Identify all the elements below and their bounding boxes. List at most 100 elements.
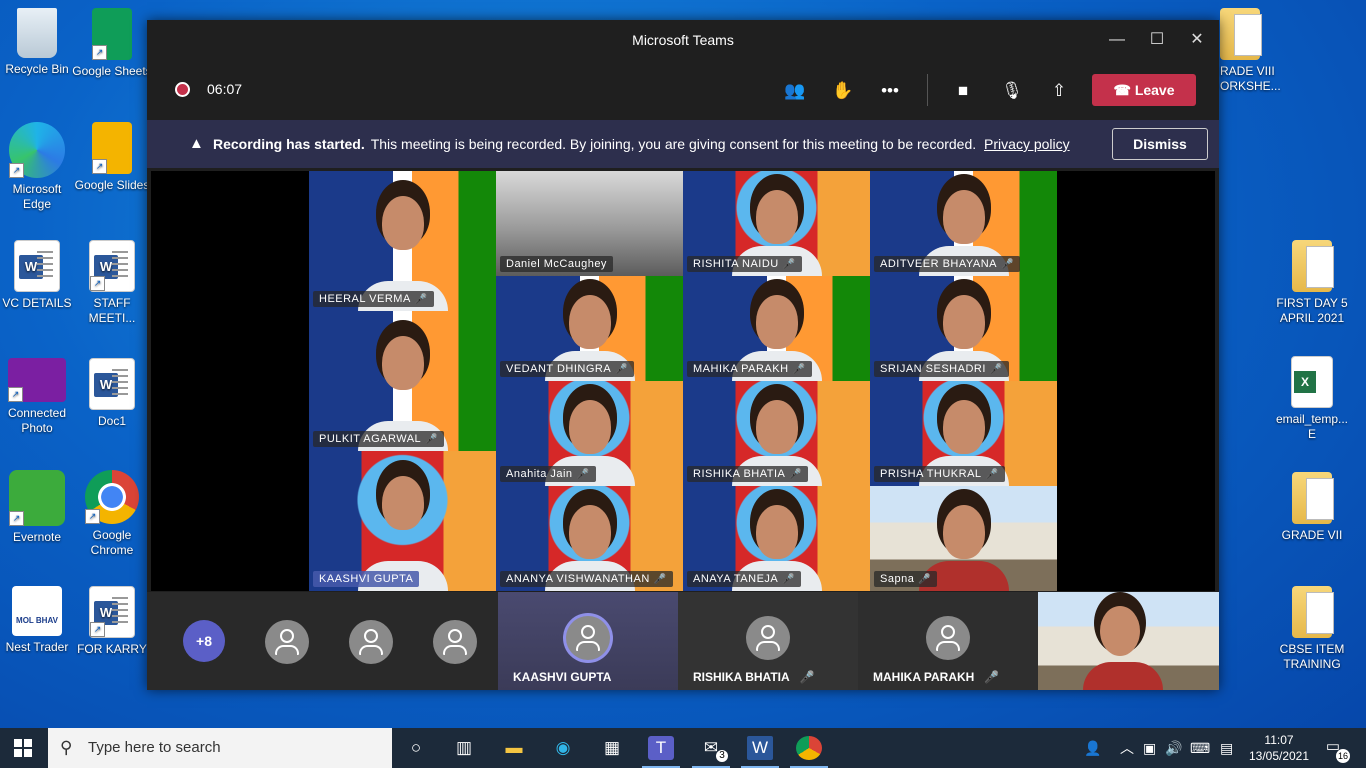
desktop-icon-nest-trader[interactable]: MOL BHAV Nest Trader [0, 586, 77, 655]
taskbar: ⚲ Type here to search ○ ▥ ▬ ◉ ▦ T ✉ 3 W 👤… [0, 728, 1366, 768]
dismiss-button[interactable]: Dismiss [1112, 128, 1208, 160]
desktop-icon-evernote[interactable]: ↗ Evernote [0, 470, 77, 545]
video-tile[interactable]: SRIJAN SESHADRI 🎤 [870, 276, 1057, 381]
video-tile[interactable]: PULKIT AGARWAL 🎤 [309, 311, 496, 451]
mic-muted-icon[interactable]: 🎙 [999, 78, 1025, 104]
video-tile[interactable]: PRISHA THUKRAL 🎤 [870, 381, 1057, 486]
word-document-icon: W ↗ [89, 240, 135, 292]
folder-icon [1292, 586, 1334, 638]
desktop-icon-edge[interactable]: ↗ Microsoft Edge [0, 122, 77, 212]
minimize-button[interactable]: — [1097, 20, 1137, 60]
video-tile[interactable]: VEDANT DHINGRA 🎤 [496, 276, 683, 381]
show-hidden-icons-chevron-icon[interactable]: ︿ [1120, 728, 1134, 768]
video-tile[interactable]: Anahita Jain 🎤 [496, 381, 683, 486]
participant-tile[interactable]: RISHIKA BHATIA 🎤 [678, 592, 858, 690]
desktop-icon-connected-photo[interactable]: ↗ Connected Photo [0, 358, 77, 436]
more-options-icon[interactable]: ••• [877, 78, 903, 104]
video-stage: HEERAL VERMA 🎤 Daniel McCaughey RISHITA N… [151, 171, 1215, 591]
warning-icon: ▲ [189, 135, 204, 152]
participant-tile-speaking[interactable]: KAASHVI GUPTA [498, 592, 678, 690]
banner-title: Recording has started. [213, 136, 365, 152]
video-tile[interactable]: Daniel McCaughey [496, 171, 683, 276]
taskbar-search-box[interactable]: ⚲ Type here to search [48, 728, 392, 768]
mic-off-icon: 🎤 [989, 364, 1003, 375]
network-icon[interactable]: ▤ [1220, 728, 1233, 768]
video-tile[interactable]: ANAYA TANEJA 🎤 [683, 486, 870, 591]
notification-center-icon[interactable]: ▭ 16 [1322, 737, 1350, 763]
folder-icon [1292, 472, 1334, 524]
mail-badge: 3 [716, 750, 728, 762]
avatar[interactable] [265, 620, 309, 664]
mail-icon[interactable]: ✉ 3 [692, 736, 730, 768]
desktop-icon-doc1[interactable]: W Doc1 [72, 358, 152, 429]
desktop-icon-google-slides[interactable]: ↗ Google Slides [72, 122, 152, 193]
participant-strip: +8 KAASHVI GUPTA RISHIKA BHATIA 🎤 MAHIKA … [147, 592, 1219, 690]
nest-trader-logo-icon: MOL BHAV [12, 586, 62, 636]
recording-banner: ▲ Recording has started. This meeting is … [147, 120, 1219, 168]
video-tile[interactable]: ADITVEER BHAYANA 🎤 [870, 171, 1057, 276]
meeting-timer: 06:07 [207, 81, 243, 97]
banner-message: This meeting is being recorded. By joini… [370, 136, 977, 152]
mic-off-icon: 🎤 [653, 574, 667, 585]
video-tile[interactable]: RISHIKA BHATIA 🎤 [683, 381, 870, 486]
file-explorer-icon[interactable]: ▬ [501, 736, 527, 760]
mic-off-icon: 🎤 [615, 364, 629, 375]
people-icon[interactable]: 👤 [1084, 728, 1101, 768]
google-slides-icon: ↗ [92, 122, 132, 174]
participant-tile[interactable]: MAHIKA PARAKH 🎤 [858, 592, 1038, 690]
avatar [566, 616, 610, 660]
raise-hand-icon[interactable]: ✋ [830, 78, 856, 104]
desktop-icon-cbse-item-training[interactable]: CBSE ITEM TRAINING [1272, 586, 1352, 672]
chrome-taskbar-icon[interactable] [790, 736, 828, 768]
desktop-icon-first-day[interactable]: FIRST DAY 5 APRIL 2021 [1272, 240, 1352, 326]
privacy-policy-link[interactable]: Privacy policy [984, 136, 1070, 152]
desktop-icon-google-sheets[interactable]: ↗ Google Sheets [72, 8, 152, 79]
mic-off-icon: 🎤 [782, 574, 796, 585]
mic-off-icon: 🎤 [576, 469, 590, 480]
video-tile[interactable]: KAASHVI GUPTA [309, 451, 496, 591]
camera-icon[interactable]: ■ [950, 78, 976, 104]
task-view-icon[interactable]: ▥ [451, 736, 477, 760]
desktop-icon-staff-meeting[interactable]: W ↗ STAFF MEETI... [72, 240, 152, 326]
desktop-icon-for-karry[interactable]: W ↗ FOR KARRY [72, 586, 152, 657]
window-title: Microsoft Teams [632, 32, 734, 48]
windows-start-icon[interactable] [14, 739, 32, 757]
taskbar-clock[interactable]: 11:07 13/05/2021 [1246, 732, 1312, 764]
desktop-icon-chrome[interactable]: ↗ Google Chrome [72, 470, 152, 558]
meet-now-icon[interactable]: ▣ [1143, 728, 1156, 768]
desktop-icon-grade-vii[interactable]: GRADE VII [1272, 472, 1352, 543]
mic-off-icon: 🎤 [782, 259, 796, 270]
avatar[interactable] [349, 620, 393, 664]
search-icon: ⚲ [60, 738, 73, 757]
video-tile[interactable]: MAHIKA PARAKH 🎤 [683, 276, 870, 381]
desktop-icon-vc-details[interactable]: W VC DETAILS [0, 240, 77, 311]
participant-grid: HEERAL VERMA 🎤 Daniel McCaughey RISHITA N… [309, 171, 1057, 591]
leave-button[interactable]: ☎ Leave [1092, 74, 1196, 106]
mic-off-icon: 🎤 [984, 670, 1000, 684]
avatar[interactable] [433, 620, 477, 664]
close-button[interactable]: ✕ [1177, 20, 1217, 60]
edge-taskbar-icon[interactable]: ◉ [550, 736, 576, 760]
more-participants-button[interactable]: +8 [183, 620, 225, 662]
word-taskbar-icon[interactable]: W [741, 736, 779, 768]
volume-icon[interactable]: 🔊 [1165, 728, 1182, 768]
store-icon[interactable]: ▦ [599, 736, 625, 760]
desktop-icon-grade-viii-worksheet[interactable]: RADE VIII ORKSHE... [1220, 8, 1281, 94]
teams-taskbar-icon[interactable]: T [642, 736, 680, 768]
desktop-icon-email-template[interactable]: X email_temp... E [1272, 356, 1352, 442]
excel-document-icon: X [1291, 356, 1333, 408]
self-video-preview[interactable] [1038, 592, 1219, 690]
video-tile[interactable]: HEERAL VERMA 🎤 [309, 171, 496, 311]
share-screen-icon[interactable]: ⇧ [1046, 78, 1072, 104]
keyboard-icon[interactable]: ⌨ [1190, 728, 1210, 768]
shortcut-arrow-icon: ↗ [92, 45, 107, 60]
video-tile[interactable]: Sapna 🎤 [870, 486, 1057, 591]
maximize-button[interactable]: ☐ [1137, 20, 1177, 60]
toolbar-divider [927, 74, 928, 106]
chrome-icon: ↗ [85, 470, 139, 524]
participants-icon[interactable]: 👥 [782, 78, 808, 104]
cortana-icon[interactable]: ○ [403, 736, 429, 760]
desktop-icon-recycle-bin[interactable]: Recycle Bin [0, 8, 77, 77]
video-tile[interactable]: RISHITA NAIDU 🎤 [683, 171, 870, 276]
video-tile[interactable]: ANANYA VISHWANATHAN 🎤 [496, 486, 683, 591]
